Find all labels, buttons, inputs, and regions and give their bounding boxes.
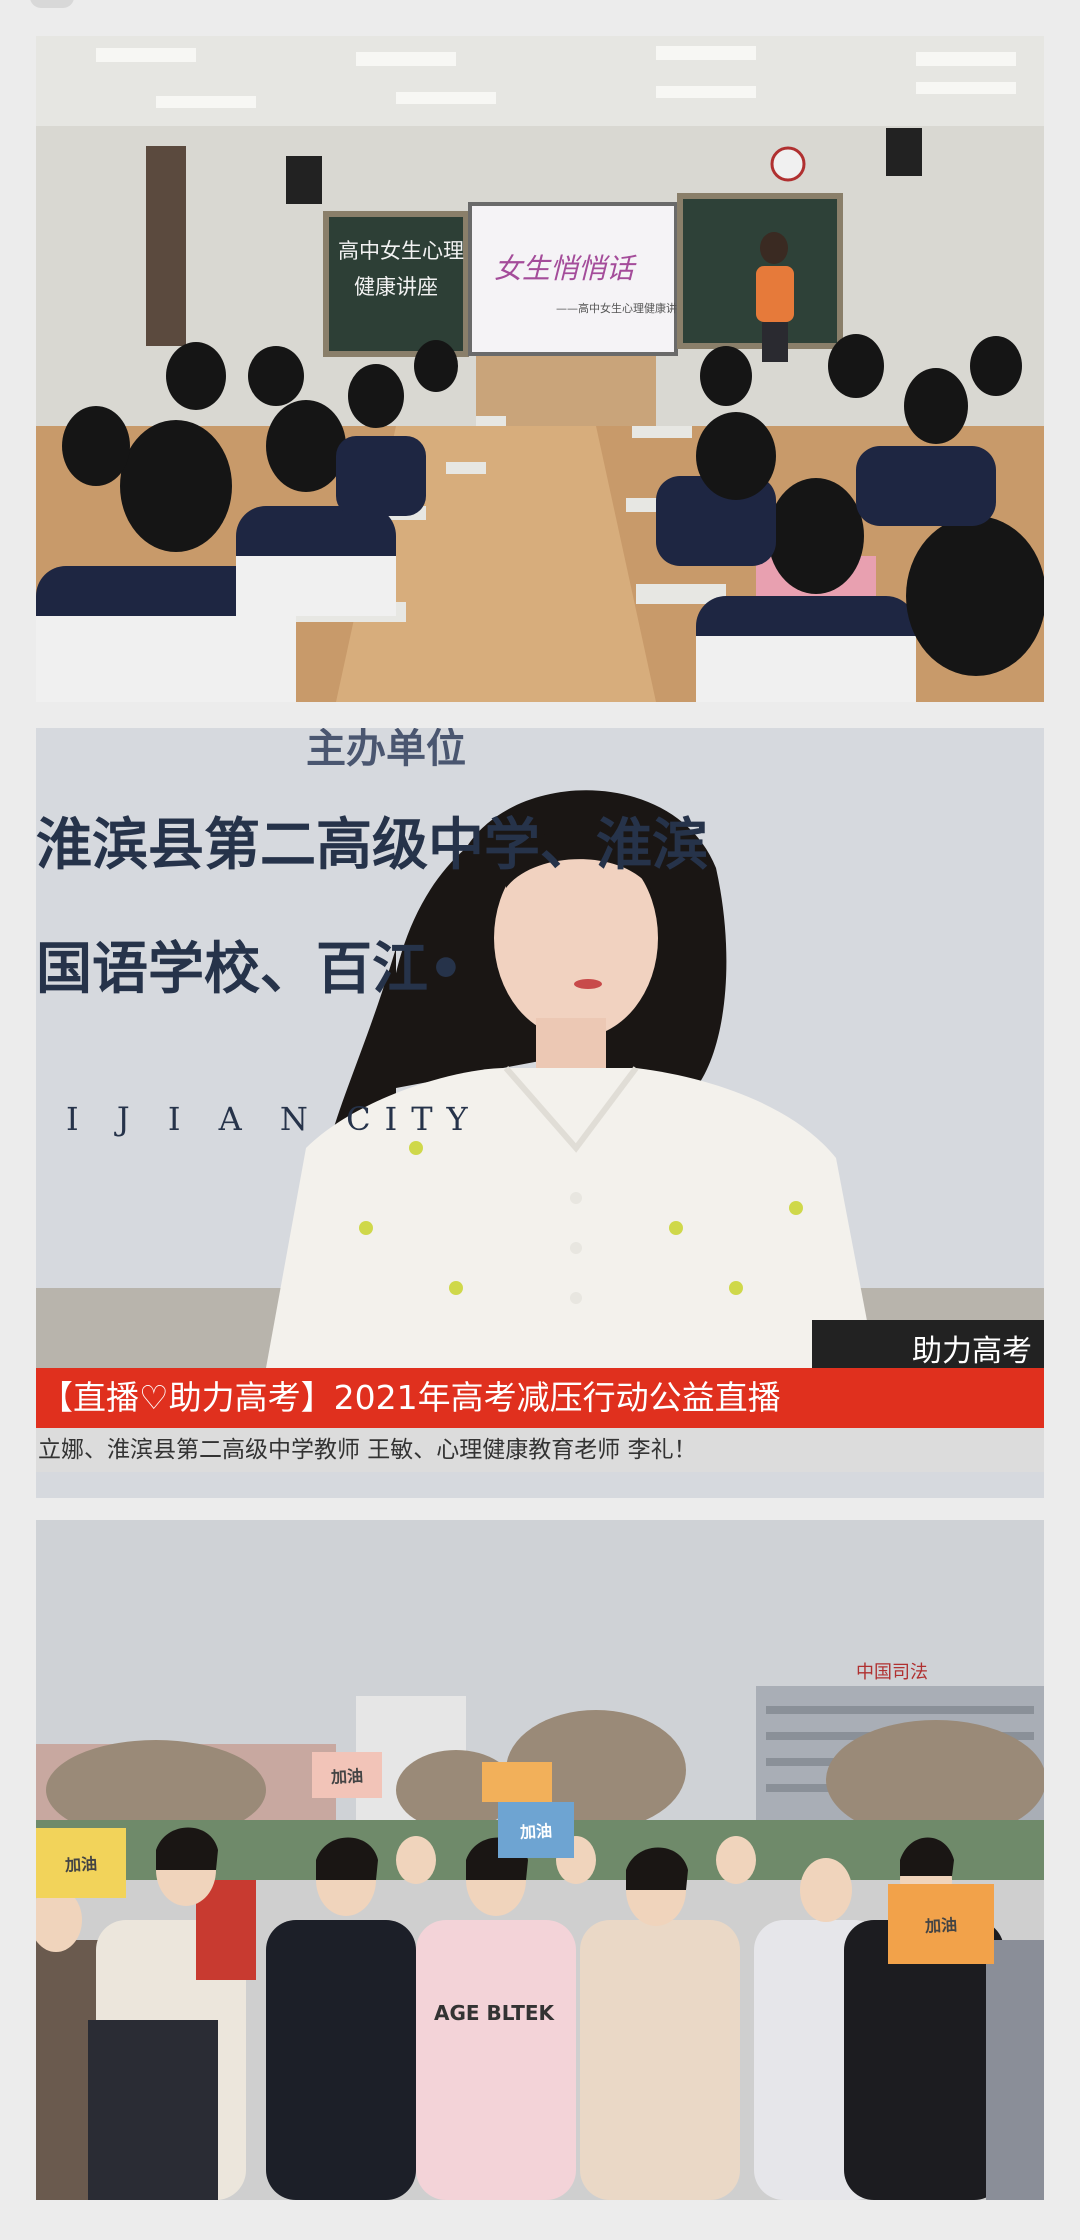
wall-text-line-4: I J I A N CITY: [66, 1100, 482, 1138]
svg-text:女生悄悄话: 女生悄悄话: [494, 252, 637, 285]
broadcast-ticker: 立娜、淮滨县第二高级中学教师 王敏、心理健康教育老师 李礼！: [36, 1428, 1044, 1472]
wall-text-line-3: 国语学校、百江•: [36, 937, 464, 1002]
cheer-sign-orange: 加油: [924, 1915, 958, 1936]
broadcast-banner: 【直播♡助力高考】2021年高考减压行动公益直播: [36, 1368, 1044, 1428]
top-handle: [30, 0, 74, 8]
cheer-sign-blue: 加油: [519, 1821, 553, 1842]
svg-text:高中女生心理: 高中女生心理: [338, 239, 464, 263]
outdoor-students-photo: 中国司法 AGE BLTEK 加油 加油 加油 加油: [36, 1520, 1044, 2200]
svg-text:健康讲座: 健康讲座: [354, 275, 438, 299]
wall-text-line-2: 淮滨县第二高级中学、淮滨: [36, 813, 708, 878]
cheer-sign-pink: 加油: [330, 1766, 364, 1787]
jacket-text: AGE BLTEK: [434, 2001, 556, 2025]
svg-text:——高中女生心理健康讲座: ——高中女生心理健康讲座: [556, 301, 688, 315]
broadcast-teacher-photo: 主办单位 淮滨县第二高级中学、淮滨 国语学校、百江• I J I A N CIT…: [36, 728, 1044, 1498]
cheer-sign-yellow: 加油: [64, 1854, 98, 1875]
classroom-lecture-photo: 高中女生心理 健康讲座 女生悄悄话 ——高中女生心理健康讲座: [36, 36, 1044, 702]
svg-text:中国司法: 中国司法: [856, 1662, 928, 1683]
wall-text-line-1: 主办单位: [306, 728, 466, 772]
